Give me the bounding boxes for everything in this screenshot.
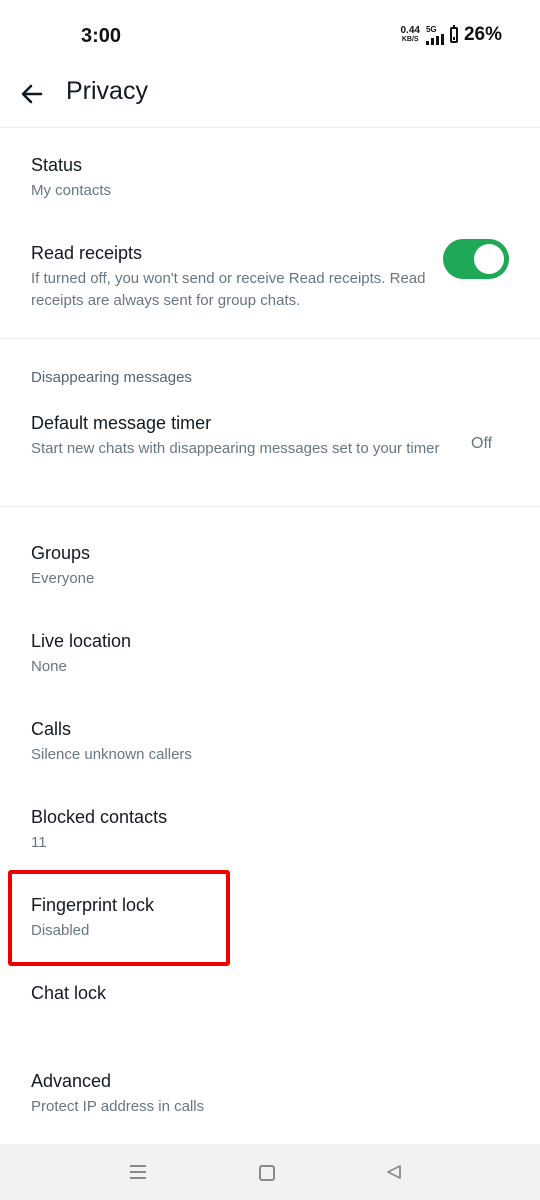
item-description: Start new chats with disappearing messag… (31, 440, 440, 457)
status-time: 3:00 (81, 25, 122, 47)
item-label: Groups (31, 543, 91, 563)
item-value: Protect IP address in calls (31, 1098, 205, 1115)
item-value: Silence unknown callers (31, 746, 192, 763)
network-speed: 0.44 KB/S (401, 26, 420, 44)
section-header-disappearing: Disappearing messages (31, 369, 192, 386)
back-triangle-icon[interactable] (386, 1164, 402, 1185)
item-value: My contacts (31, 182, 112, 199)
privacy-item-calls[interactable]: Calls Silence unknown callers (0, 719, 540, 779)
network-speed-value: 0.44 (400, 25, 420, 36)
network-type: 5G (425, 24, 437, 34)
privacy-item-blocked-contacts[interactable]: Blocked contacts 11 (0, 807, 540, 867)
divider (0, 338, 540, 339)
divider (0, 506, 540, 507)
battery-percent: 26% (463, 24, 502, 45)
item-description: If turned off, you won't send or receive… (31, 270, 426, 309)
item-label: Calls (31, 719, 72, 739)
privacy-item-default-timer[interactable]: Default message timer Start new chats wi… (0, 413, 540, 483)
item-value: Everyone (31, 570, 95, 587)
item-label: Status (31, 155, 83, 175)
privacy-item-status[interactable]: Status My contacts (0, 155, 540, 215)
privacy-item-groups[interactable]: Groups Everyone (0, 543, 540, 603)
status-icons: 0.44 KB/S 5G 26% (401, 24, 503, 46)
divider (0, 127, 540, 128)
read-receipts-toggle[interactable] (443, 239, 509, 279)
privacy-item-advanced[interactable]: Advanced Protect IP address in calls (0, 1071, 540, 1131)
item-label: Live location (31, 631, 132, 651)
system-nav-bar (0, 1144, 540, 1200)
back-arrow-icon[interactable] (18, 80, 46, 108)
item-value: 11 (31, 834, 47, 851)
item-label: Default message timer (31, 413, 212, 433)
signal-icon: 5G (425, 24, 444, 45)
item-label: Advanced (31, 1071, 112, 1091)
privacy-item-live-location[interactable]: Live location None (0, 631, 540, 691)
privacy-item-chat-lock[interactable]: Chat lock (0, 983, 540, 1023)
app-bar: Privacy (0, 72, 540, 128)
status-bar: 3:00 0.44 KB/S 5G 26% (0, 0, 540, 72)
page-title: Privacy (66, 77, 148, 105)
timer-value: Off (471, 435, 493, 452)
item-label: Chat lock (31, 983, 107, 1003)
battery-icon (449, 25, 458, 43)
menu-icon[interactable] (130, 1165, 146, 1179)
toggle-knob (474, 244, 504, 274)
item-label: Read receipts (31, 243, 143, 263)
item-label: Blocked contacts (31, 807, 168, 827)
highlight-box (8, 870, 230, 966)
network-speed-unit: KB/S (401, 36, 419, 43)
item-value: None (31, 658, 67, 675)
home-icon[interactable] (259, 1165, 275, 1181)
